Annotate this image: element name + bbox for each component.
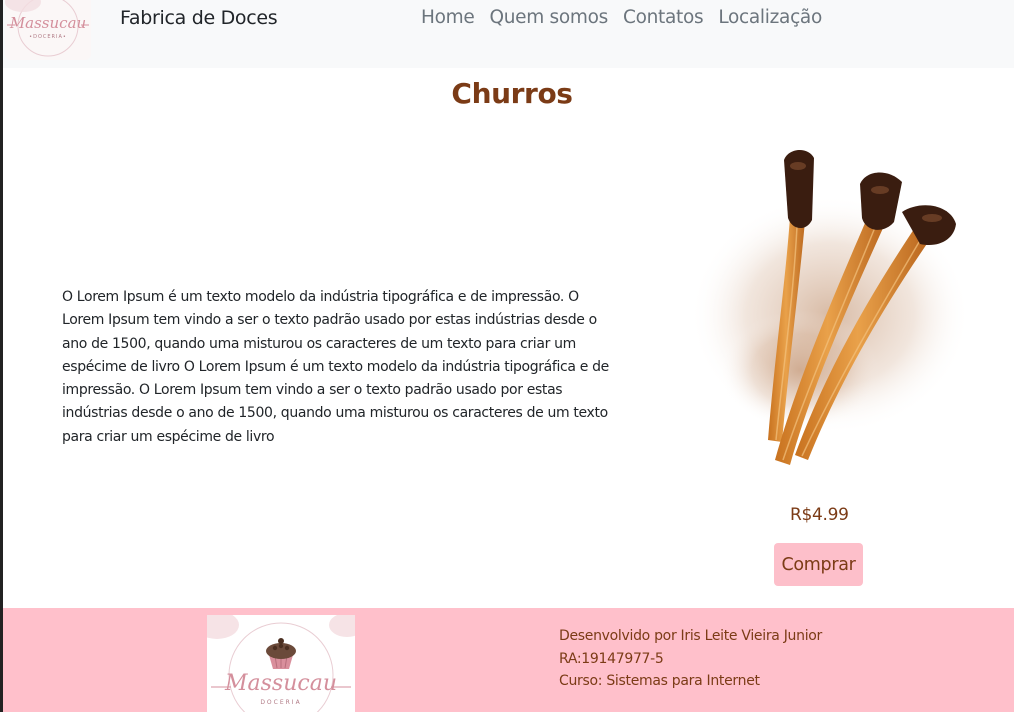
footer-ra: RA:19147977-5 xyxy=(559,650,664,667)
product-description: O Lorem Ipsum é um texto modelo da indús… xyxy=(62,289,609,445)
nav-link-contatos[interactable]: Contatos xyxy=(623,7,704,28)
svg-text:•DOCERIA•: •DOCERIA• xyxy=(29,34,67,40)
svg-text:Massucau: Massucau xyxy=(9,14,86,32)
footer-logo-text: Massucau xyxy=(224,671,337,696)
buy-button[interactable]: Comprar xyxy=(774,543,863,586)
nav-links: Home Quem somos Contatos Localização xyxy=(421,7,837,28)
brand-name[interactable]: Fabrica de Doces xyxy=(120,7,278,29)
product-title: Churros xyxy=(451,77,573,110)
nav-link-quem-somos[interactable]: Quem somos xyxy=(489,7,608,28)
nav-link-localizacao[interactable]: Localização xyxy=(718,7,822,28)
footer: Massucau DOCERIA Desenvolvido por Iris L… xyxy=(3,608,1014,712)
footer-logo-subtext: DOCERIA xyxy=(260,699,301,706)
nav-link-home[interactable]: Home xyxy=(421,7,475,28)
footer-developer: Desenvolvido por Iris Leite Vieira Junio… xyxy=(559,628,823,644)
navbar: Massucau •DOCERIA• Fabrica de Doces Home… xyxy=(3,0,1014,68)
product-price: R$4.99 xyxy=(790,505,849,525)
brand-logo[interactable]: Massucau •DOCERIA• xyxy=(5,0,91,60)
footer-info: Desenvolvido por Iris Leite Vieira Junio… xyxy=(559,625,822,693)
footer-logo: Massucau DOCERIA xyxy=(207,615,355,712)
window-edge xyxy=(0,0,3,712)
product-image xyxy=(680,140,970,480)
footer-course: Curso: Sistemas para Internet xyxy=(559,673,760,689)
